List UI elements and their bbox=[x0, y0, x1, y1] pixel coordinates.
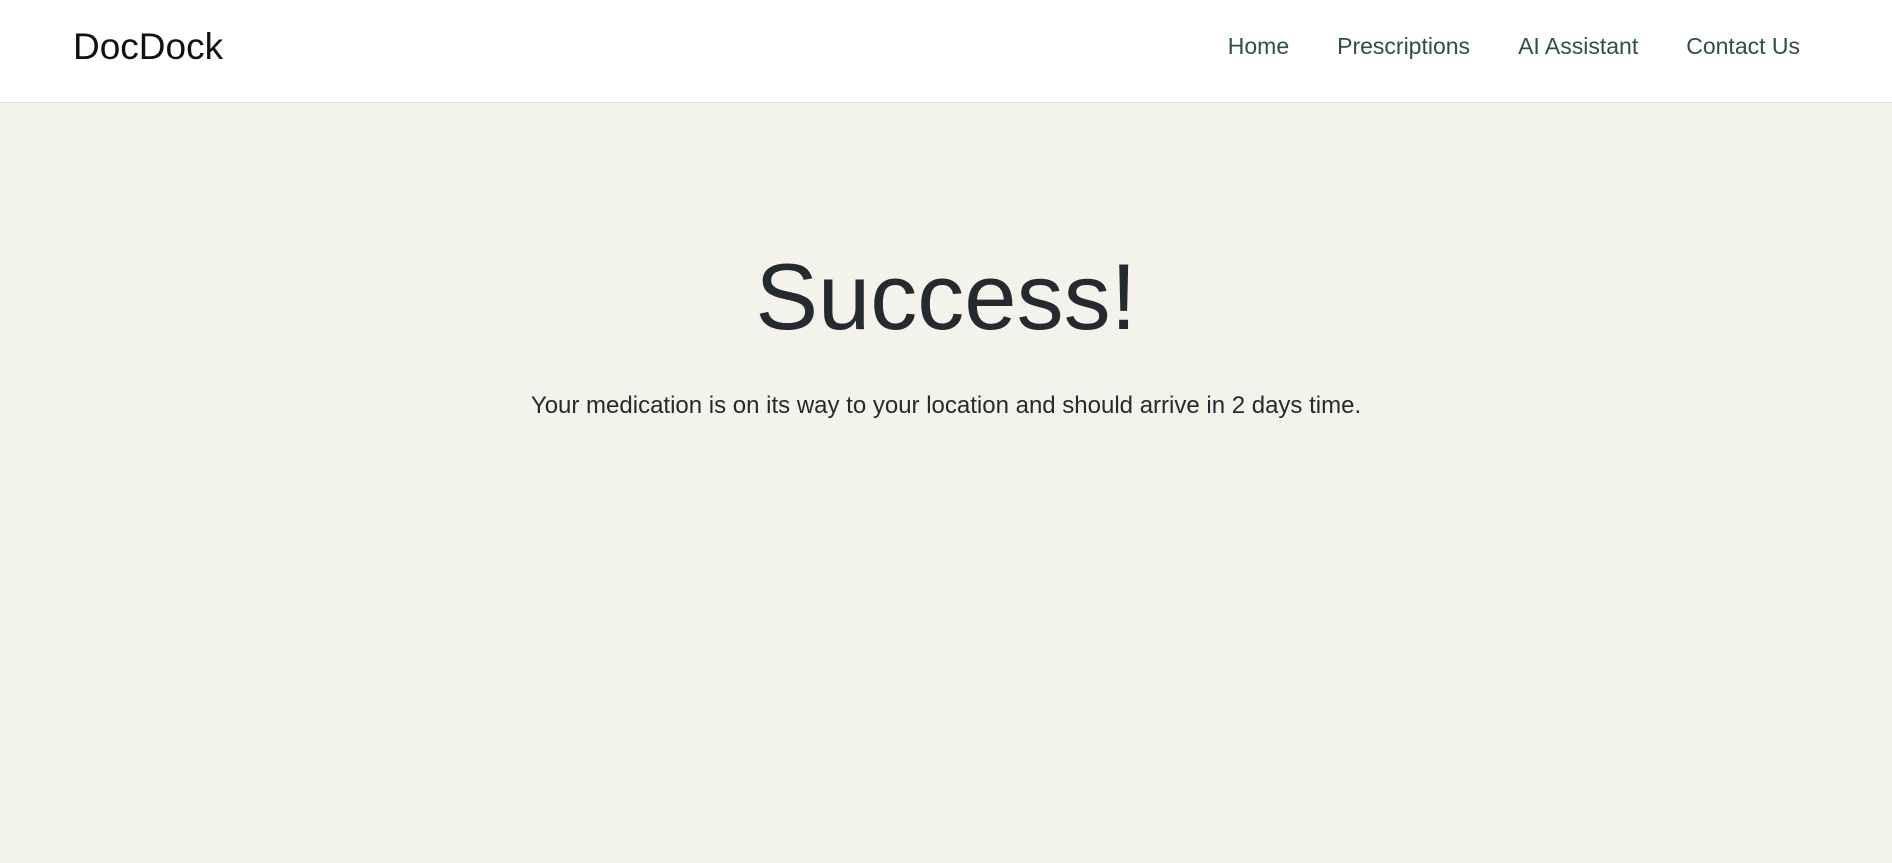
nav-link-contact-us[interactable]: Contact Us bbox=[1686, 33, 1800, 60]
main-content: Success! Your medication is on its way t… bbox=[0, 103, 1892, 863]
top-navbar: DocDock Home Prescriptions AI Assistant … bbox=[0, 0, 1892, 103]
page: DocDock Home Prescriptions AI Assistant … bbox=[0, 0, 1892, 863]
main-navigation: Home Prescriptions AI Assistant Contact … bbox=[1228, 33, 1800, 60]
nav-link-home[interactable]: Home bbox=[1228, 33, 1289, 60]
success-title: Success! bbox=[755, 243, 1137, 349]
nav-link-ai-assistant[interactable]: AI Assistant bbox=[1518, 33, 1638, 60]
success-message: Your medication is on its way to your lo… bbox=[530, 392, 1362, 419]
nav-link-prescriptions[interactable]: Prescriptions bbox=[1337, 33, 1470, 60]
brand-logo-link[interactable]: DocDock bbox=[73, 26, 223, 68]
